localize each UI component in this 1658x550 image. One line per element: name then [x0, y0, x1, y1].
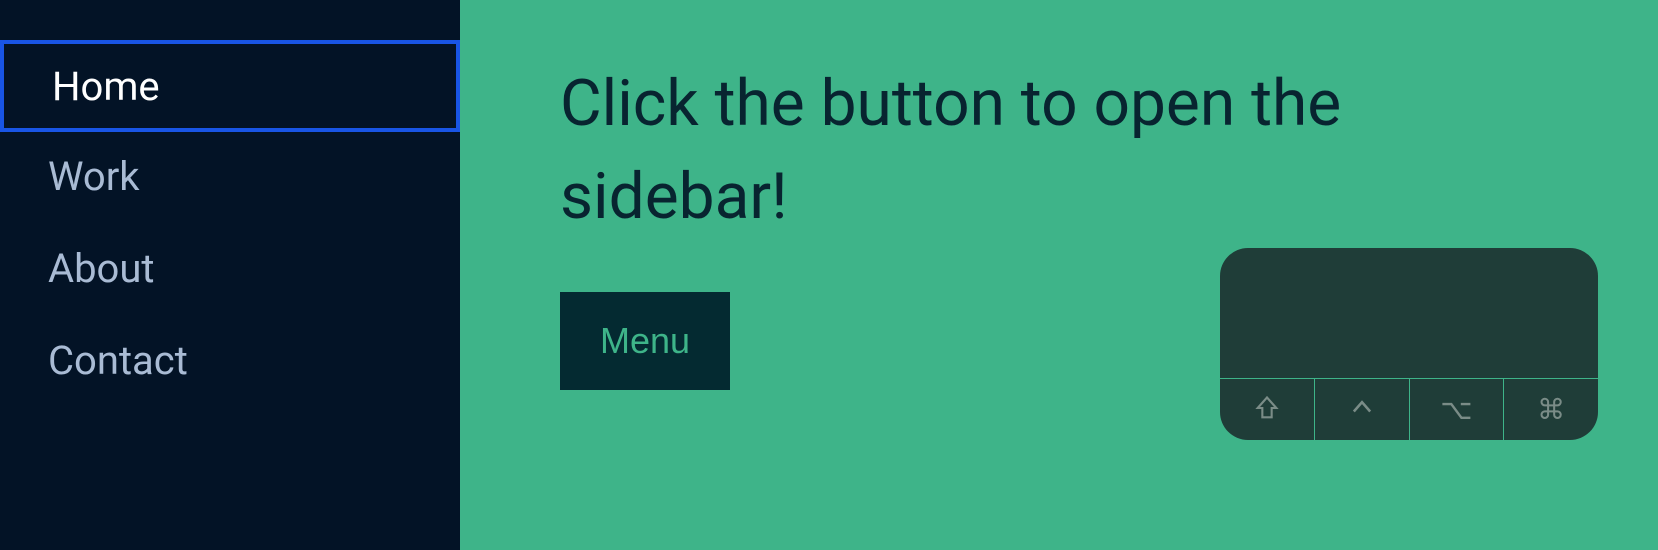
sidebar-item-about[interactable]: About: [0, 222, 460, 314]
option-key[interactable]: ⌥: [1410, 379, 1505, 440]
page-headline: Click the button to open the sidebar!: [560, 58, 1558, 244]
sidebar-item-label: Work: [48, 153, 140, 200]
control-icon: [1348, 394, 1376, 426]
sidebar-item-label: About: [48, 245, 155, 292]
sidebar: Home Work About Contact: [0, 0, 460, 550]
sidebar-item-label: Contact: [48, 337, 188, 384]
sidebar-item-label: Home: [52, 63, 160, 110]
command-key[interactable]: ⌘: [1504, 379, 1598, 440]
shift-key[interactable]: [1220, 379, 1315, 440]
keyboard-display-area: [1220, 248, 1598, 378]
command-icon: ⌘: [1537, 393, 1565, 426]
shift-icon: [1253, 394, 1281, 426]
sidebar-item-home[interactable]: Home: [0, 40, 460, 132]
menu-button[interactable]: Menu: [560, 292, 730, 390]
keyboard-panel: ⌥ ⌘: [1220, 248, 1598, 440]
control-key[interactable]: [1315, 379, 1410, 440]
sidebar-item-work[interactable]: Work: [0, 130, 460, 222]
keyboard-modifier-row: ⌥ ⌘: [1220, 378, 1598, 440]
main-content: Click the button to open the sidebar! Me…: [460, 0, 1658, 550]
sidebar-item-contact[interactable]: Contact: [0, 314, 460, 406]
option-icon: ⌥: [1440, 393, 1472, 426]
